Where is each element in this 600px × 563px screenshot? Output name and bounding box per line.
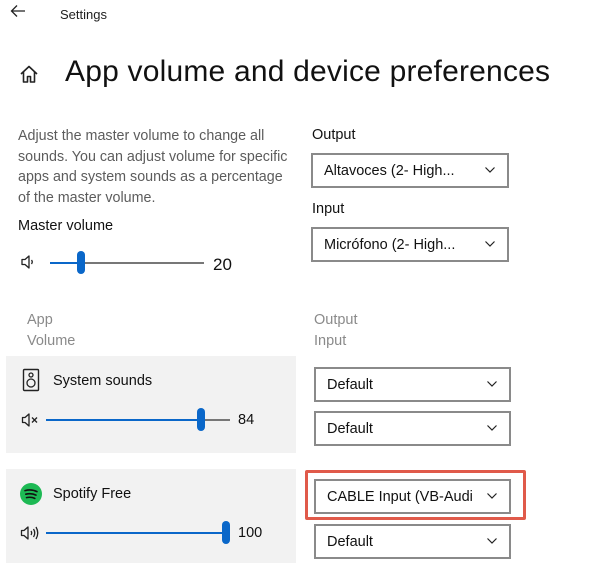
spotify-input-dropdown[interactable]: Default: [314, 524, 511, 559]
system-sounds-volume-value: 84: [238, 412, 255, 428]
master-volume-thumb[interactable]: [77, 251, 85, 274]
column-header-volume: Volume: [27, 333, 76, 349]
column-header-output: Output Input: [314, 310, 358, 352]
spotify-input-value: Default: [327, 534, 373, 550]
chevron-down-icon: [487, 425, 497, 431]
spotify-volume-slider[interactable]: [46, 521, 230, 545]
window-title: Settings: [60, 7, 107, 22]
chevron-down-icon: [485, 241, 495, 247]
input-label: Input: [312, 201, 345, 217]
app-row-system-sounds-bg: [6, 356, 296, 453]
app-name-system-sounds: System sounds: [53, 373, 153, 389]
app-row-spotify-bg: [6, 469, 296, 563]
mute-icon[interactable]: [21, 412, 41, 428]
system-sounds-icon: [22, 368, 40, 392]
master-volume-slider[interactable]: [50, 251, 204, 275]
system-sounds-input-value: Default: [327, 421, 373, 437]
chevron-down-icon: [487, 381, 497, 387]
system-sounds-output-value: Default: [327, 377, 373, 393]
output-label: Output: [312, 127, 356, 143]
chevron-down-icon: [487, 538, 497, 544]
master-volume-description: Adjust the master volume to change all s…: [18, 128, 288, 206]
speaker-loud-icon[interactable]: [20, 525, 44, 541]
page-title: App volume and device preferences: [65, 55, 551, 88]
system-sounds-volume-thumb[interactable]: [197, 408, 205, 431]
output-device-dropdown[interactable]: Altavoces (2- High...: [311, 153, 509, 188]
input-device-value: Micrófono (2- High...: [324, 237, 456, 253]
master-volume-value: 20: [213, 255, 232, 274]
annotation-highlight-box: [305, 470, 526, 520]
system-sounds-input-dropdown[interactable]: Default: [314, 411, 511, 446]
column-header-app: App Volume: [27, 310, 75, 352]
app-name-spotify: Spotify Free: [53, 486, 132, 502]
system-sounds-volume-slider[interactable]: [46, 408, 230, 432]
master-volume-label: Master volume: [18, 218, 114, 234]
column-header-input: Input: [314, 333, 347, 349]
spotify-volume-value: 100: [238, 525, 263, 541]
system-sounds-output-dropdown[interactable]: Default: [314, 367, 511, 402]
speaker-icon[interactable]: [20, 254, 38, 270]
output-device-value: Altavoces (2- High...: [324, 163, 455, 179]
home-icon: [18, 63, 42, 87]
spotify-volume-thumb[interactable]: [222, 521, 230, 544]
back-arrow-icon[interactable]: [10, 4, 30, 24]
chevron-down-icon: [485, 167, 495, 173]
input-device-dropdown[interactable]: Micrófono (2- High...: [311, 227, 509, 262]
spotify-icon: [19, 482, 43, 506]
